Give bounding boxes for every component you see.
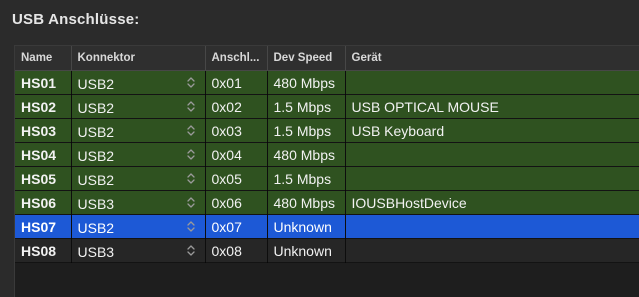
konnektor-value: USB3: [77, 196, 115, 212]
geraet-cell: [345, 70, 639, 95]
konnektor-cell[interactable]: USB2: [71, 142, 206, 167]
column-header-konnektor[interactable]: Konnektor: [71, 46, 206, 71]
geraet-cell: [345, 214, 639, 239]
konnektor-cell[interactable]: USB3: [71, 238, 206, 263]
geraet-cell: USB Keyboard: [345, 118, 639, 143]
stepper-updown-icon[interactable]: [186, 148, 195, 161]
konnektor-value: USB2: [77, 148, 115, 164]
port-name-cell: HS01: [15, 70, 72, 95]
column-header-anschluss[interactable]: Anschl...: [205, 46, 268, 71]
stepper-updown-icon[interactable]: [186, 172, 195, 185]
konnektor-value: USB2: [77, 124, 115, 140]
konnektor-cell[interactable]: USB2: [71, 94, 206, 119]
usb-ports-table-frame[interactable]: Name Konnektor Anschl... Dev Speed Gerät: [14, 45, 639, 297]
stepper-updown-icon[interactable]: [186, 244, 195, 257]
konnektor-cell[interactable]: USB2: [71, 70, 206, 95]
anschluss-cell: 0x03: [205, 118, 268, 143]
anschluss-cell: 0x04: [205, 142, 268, 167]
geraet-cell: [345, 142, 639, 167]
dev-speed-cell: 1.5 Mbps: [267, 118, 346, 143]
anschluss-cell: 0x01: [205, 70, 268, 95]
table-header: Name Konnektor Anschl... Dev Speed Gerät: [15, 46, 639, 71]
anschluss-cell: 0x05: [205, 166, 268, 191]
table-row[interactable]: HS02 USB2 0x02 1.5 Mbps USB OPTICAL MOUS…: [15, 94, 639, 119]
dev-speed-cell: 480 Mbps: [267, 142, 346, 167]
dev-speed-cell: Unknown: [267, 214, 346, 239]
usb-ports-table: Name Konnektor Anschl... Dev Speed Gerät: [15, 46, 639, 263]
dev-speed-cell: 1.5 Mbps: [267, 166, 346, 191]
table-row[interactable]: HS08 USB3 0x08 Unknown: [15, 238, 639, 263]
dev-speed-cell: Unknown: [267, 238, 346, 263]
geraet-cell: USB OPTICAL MOUSE: [345, 94, 639, 119]
stepper-updown-icon[interactable]: [186, 100, 195, 113]
konnektor-value: USB2: [77, 76, 115, 92]
table-body: HS01 USB2 0x01 480 Mbps HS02 USB2 0x02 1…: [15, 70, 639, 263]
anschluss-cell: 0x08: [205, 238, 268, 263]
column-header-dev-speed[interactable]: Dev Speed: [267, 46, 346, 71]
konnektor-value: USB2: [77, 172, 115, 188]
konnektor-cell[interactable]: USB2: [71, 118, 206, 143]
konnektor-cell[interactable]: USB3: [71, 190, 206, 215]
anschluss-cell: 0x06: [205, 190, 268, 215]
port-name-cell: HS07: [15, 214, 72, 239]
geraet-cell: IOUSBHostDevice: [345, 190, 639, 215]
anschluss-cell: 0x07: [205, 214, 268, 239]
konnektor-cell[interactable]: USB2: [71, 214, 206, 239]
port-name-cell: HS03: [15, 118, 72, 143]
header-row: Name Konnektor Anschl... Dev Speed Gerät: [15, 46, 639, 71]
table-row[interactable]: HS07 USB2 0x07 Unknown: [15, 214, 639, 239]
usb-ports-panel: USB Anschlüsse: Name Konnektor Anschl...…: [0, 0, 639, 297]
table-row[interactable]: HS05 USB2 0x05 1.5 Mbps: [15, 166, 639, 191]
table-row[interactable]: HS06 USB3 0x06 480 Mbps IOUSBHostDevice: [15, 190, 639, 215]
port-name-cell: HS04: [15, 142, 72, 167]
konnektor-value: USB3: [77, 244, 115, 260]
geraet-cell: [345, 166, 639, 191]
dev-speed-cell: 480 Mbps: [267, 190, 346, 215]
dev-speed-cell: 480 Mbps: [267, 70, 346, 95]
column-header-name[interactable]: Name: [15, 46, 72, 71]
stepper-updown-icon[interactable]: [186, 76, 195, 89]
stepper-updown-icon[interactable]: [186, 220, 195, 233]
column-header-geraet[interactable]: Gerät: [345, 46, 639, 71]
stepper-updown-icon[interactable]: [186, 196, 195, 209]
konnektor-cell[interactable]: USB2: [71, 166, 206, 191]
table-row[interactable]: HS03 USB2 0x03 1.5 Mbps USB Keyboard: [15, 118, 639, 143]
port-name-cell: HS05: [15, 166, 72, 191]
port-name-cell: HS06: [15, 190, 72, 215]
table-row[interactable]: HS04 USB2 0x04 480 Mbps: [15, 142, 639, 167]
table-row[interactable]: HS01 USB2 0x01 480 Mbps: [15, 70, 639, 95]
geraet-cell: [345, 238, 639, 263]
stepper-updown-icon[interactable]: [186, 124, 195, 137]
anschluss-cell: 0x02: [205, 94, 268, 119]
dev-speed-cell: 1.5 Mbps: [267, 94, 346, 119]
port-name-cell: HS02: [15, 94, 72, 119]
port-name-cell: HS08: [15, 238, 72, 263]
panel-title: USB Anschlüsse:: [12, 11, 140, 28]
konnektor-value: USB2: [77, 220, 115, 236]
konnektor-value: USB2: [77, 100, 115, 116]
